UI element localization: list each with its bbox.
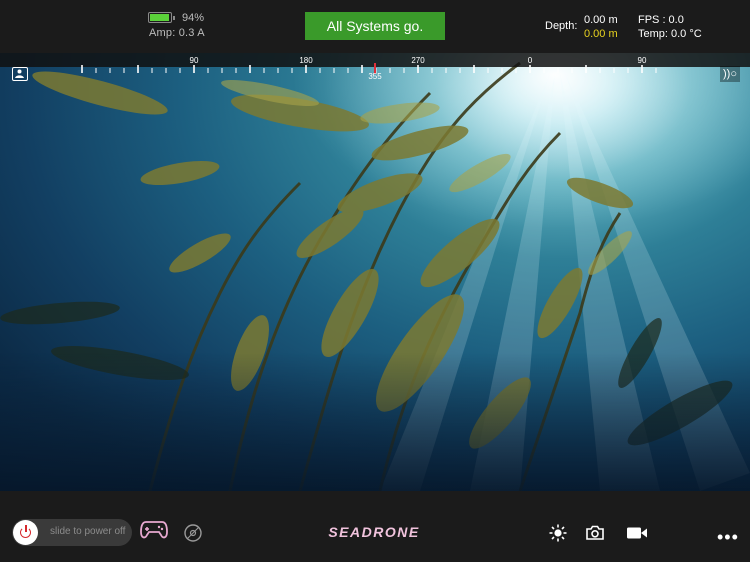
battery-icon [148,12,175,23]
top-status-bar: 94% Amp: 0.3 A All Systems go. Depth: 0.… [0,0,750,53]
heading-value: 355 [368,72,382,79]
compass-label: 180 [299,56,313,65]
amp-reading: Amp: 0.3 A [149,27,205,39]
system-status-button[interactable]: All Systems go. [305,12,445,40]
camera-toggle-icon[interactable] [12,67,28,81]
camera-feed [0,53,750,491]
more-icon[interactable]: ••• [717,528,739,546]
battery-fill [150,14,169,21]
disc-icon[interactable] [183,523,203,543]
power-icon[interactable] [13,520,38,545]
depth-value: 0.00 m [584,14,618,26]
sonar-icon[interactable]: ))○ [720,66,740,82]
temperature-reading: Temp: 0.0 °C [638,28,702,40]
camera-icon[interactable] [586,525,604,540]
compass-label: 0 [528,56,533,65]
compass-label: 270 [411,56,425,65]
compass-label: 90 [190,56,199,65]
battery-percent: 94% [182,12,205,24]
video-icon[interactable] [626,526,648,540]
compass-heading-strip: 90 180 270 0 90 355 [0,53,750,79]
sun-icon[interactable] [549,524,567,542]
depth-label: Depth: [545,20,578,32]
brand-logo: SEADRONE [328,524,420,540]
gamepad-icon[interactable] [140,519,168,541]
kelp-scene [0,53,750,491]
power-off-slider-label: slide to power off [50,526,126,537]
depth-target-value: 0.00 m [584,28,618,40]
power-off-slider[interactable]: slide to power off [12,519,132,546]
fps-reading: FPS : 0.0 [638,14,684,26]
compass-label: 90 [638,56,647,65]
